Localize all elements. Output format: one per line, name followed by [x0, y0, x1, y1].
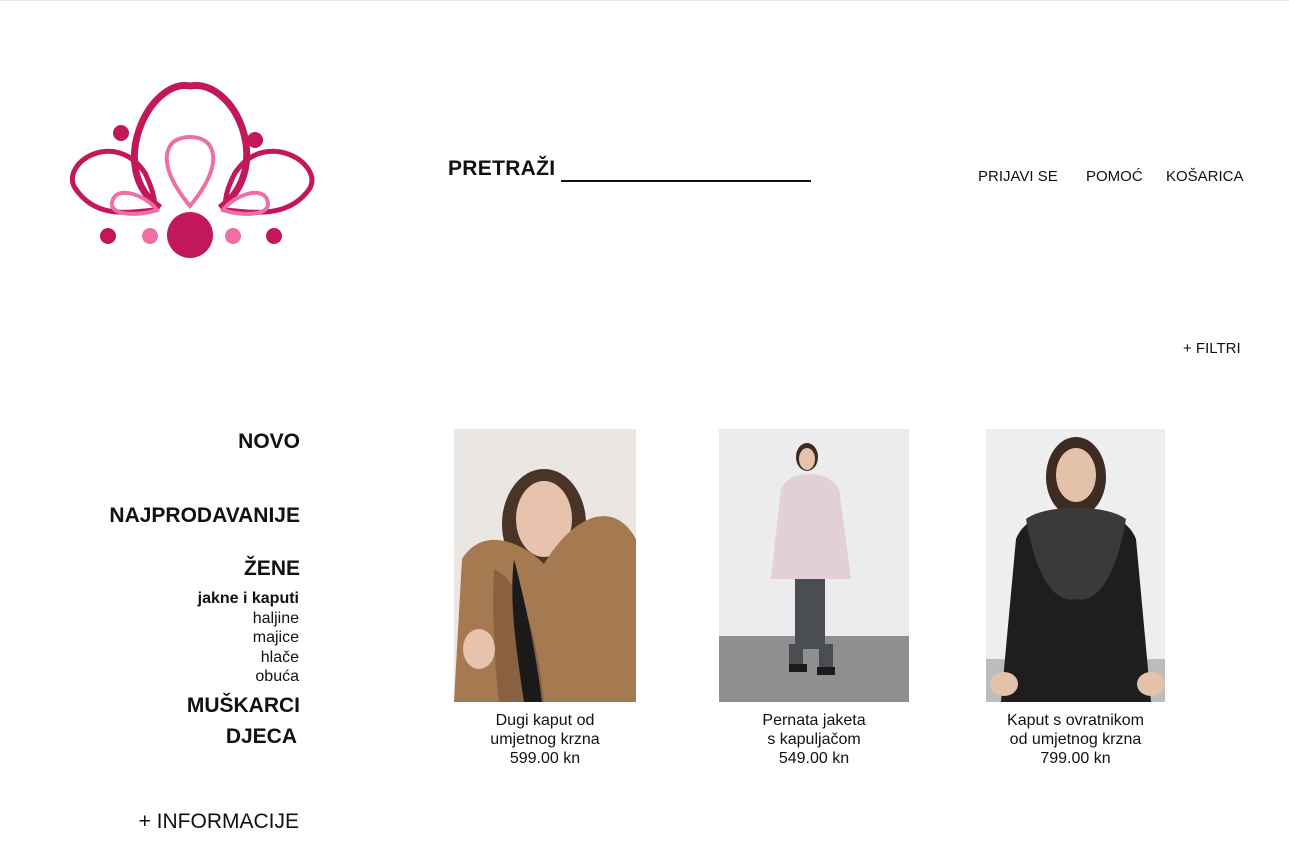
product-name-line: od umjetnog krzna	[1009, 731, 1142, 748]
subcategory-haljine[interactable]: haljine	[198, 609, 299, 629]
product-card[interactable]: Dugi kaput od umjetnog krzna 599.00 kn	[454, 429, 636, 768]
help-link[interactable]: POMOĆ	[1086, 168, 1143, 185]
top-nav: PRIJAVI SE POMOĆ KOŠARICA	[0, 168, 1289, 188]
login-link[interactable]: PRIJAVI SE	[978, 168, 1058, 185]
filters-button[interactable]: + FILTRI	[1183, 340, 1241, 357]
product-price: 599.00 kn	[509, 750, 581, 767]
product-name-line: umjetnog krzna	[490, 731, 600, 748]
subcategory-obuca[interactable]: obuća	[198, 667, 299, 687]
women-subcategory-list: jakne i kaputi haljine majice hlače obuć…	[198, 589, 299, 687]
product-name: Pernata jaketa s kapuljačom	[719, 711, 909, 749]
cart-link[interactable]: KOŠARICA	[1166, 168, 1244, 185]
sidebar-item-najprodavanije[interactable]: NAJPRODAVANIJE	[109, 504, 300, 528]
sidebar-item-djeca[interactable]: DJECA	[226, 725, 297, 749]
subcategory-jakne-i-kaputi[interactable]: jakne i kaputi	[198, 589, 299, 609]
sidebar-item-novo[interactable]: NOVO	[238, 430, 300, 454]
product-image[interactable]	[454, 429, 636, 702]
subcategory-hlace[interactable]: hlače	[198, 648, 299, 668]
info-toggle[interactable]: + INFORMACIJE	[139, 810, 299, 834]
product-card[interactable]: Kaput s ovratnikom od umjetnog krzna 799…	[986, 429, 1165, 768]
product-image[interactable]	[719, 429, 909, 702]
product-name-line: Pernata jaketa	[762, 712, 866, 729]
product-price: 549.00 kn	[778, 750, 850, 767]
product-name-line: Kaput s ovratnikom	[1007, 712, 1144, 729]
sidebar-item-zene[interactable]: ŽENE	[244, 557, 300, 581]
product-name: Dugi kaput od umjetnog krzna	[454, 711, 636, 749]
product-name-line: s kapuljačom	[767, 731, 861, 748]
product-card[interactable]: Pernata jaketa s kapuljačom 549.00 kn	[719, 429, 909, 768]
product-name-line: Dugi kaput od	[495, 712, 595, 729]
sidebar-item-muskarci[interactable]: MUŠKARCI	[187, 694, 300, 718]
product-name: Kaput s ovratnikom od umjetnog krzna	[986, 711, 1165, 749]
top-border	[0, 0, 1289, 1]
product-price: 799.00 kn	[1040, 750, 1111, 767]
subcategory-majice[interactable]: majice	[198, 628, 299, 648]
product-image[interactable]	[986, 429, 1165, 702]
